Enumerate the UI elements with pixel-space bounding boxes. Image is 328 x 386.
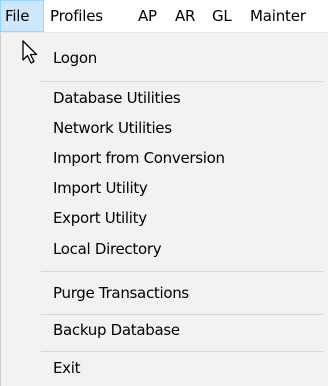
menu-item-backup-database[interactable]: Backup Database [53, 320, 180, 340]
menu-item-exit[interactable]: Exit [53, 358, 81, 378]
menu-item-network-utilities[interactable]: Network Utilities [53, 118, 172, 138]
menu-gl[interactable]: GL [212, 0, 232, 32]
menu-profiles[interactable]: Profiles [50, 0, 103, 32]
menu-bar: File Profiles AP AR GL Mainter [0, 0, 328, 33]
menu-separator [41, 81, 324, 82]
menu-item-local-directory[interactable]: Local Directory [53, 239, 162, 259]
menu-item-export-utility[interactable]: Export Utility [53, 208, 147, 228]
menu-item-import-from-conversion[interactable]: Import from Conversion [53, 148, 225, 168]
menu-maintenance[interactable]: Mainter [250, 0, 306, 32]
menu-separator [41, 351, 324, 352]
menu-separator [41, 271, 324, 272]
menu-file[interactable]: File [0, 0, 44, 32]
menu-item-logon[interactable]: Logon [53, 48, 97, 68]
file-menu-dropdown: Logon Database Utilities Network Utiliti… [0, 33, 328, 386]
menu-item-import-utility[interactable]: Import Utility [53, 178, 148, 198]
menu-item-database-utilities[interactable]: Database Utilities [53, 88, 181, 108]
menu-item-purge-transactions[interactable]: Purge Transactions [53, 283, 189, 303]
menu-ar[interactable]: AR [175, 0, 195, 32]
mouse-pointer-icon [22, 40, 38, 64]
menu-separator [41, 314, 324, 315]
menu-ap[interactable]: AP [138, 0, 157, 32]
